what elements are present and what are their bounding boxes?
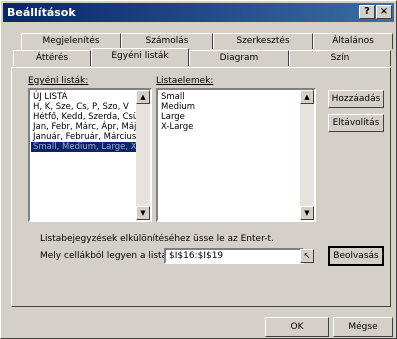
list-item[interactable]: Január, Február, Március, bbox=[33, 132, 139, 142]
close-button[interactable]: × bbox=[376, 5, 392, 19]
add-button[interactable]: Hozzáadás bbox=[328, 90, 384, 108]
delete-button[interactable]: Eltávolítás bbox=[328, 114, 384, 132]
tab-szamolas[interactable]: Számolás bbox=[121, 33, 213, 49]
scroll-down-icon[interactable]: ▼ bbox=[300, 206, 314, 220]
list-entry: Medium bbox=[161, 102, 195, 112]
left-scrollbar[interactable]: ▲ ▼ bbox=[136, 90, 150, 220]
scroll-up-icon[interactable]: ▲ bbox=[300, 90, 314, 104]
title-bar: Beállítások ? × bbox=[3, 3, 394, 22]
list-item[interactable]: Jan, Febr, Márc, Ápr, Máj bbox=[33, 122, 136, 132]
hint-text: Listabejegyzések elkülönítéséhez üsse le… bbox=[40, 234, 274, 244]
import-range-input[interactable]: $I$16:$I$19 bbox=[164, 248, 304, 264]
list-entry: Small bbox=[161, 92, 185, 102]
right-scrollbar[interactable]: ▲ ▼ bbox=[300, 90, 314, 220]
custom-lists-listbox[interactable]: ÚJ LISTA H, K, Sze, Cs, P, Szo, V Hétfő,… bbox=[28, 88, 152, 222]
tab-szin[interactable]: Szín bbox=[289, 50, 391, 66]
tab-egyeni-listak[interactable]: Egyéni listák bbox=[91, 48, 189, 66]
list-entry: X-Large bbox=[161, 122, 194, 132]
help-button[interactable]: ? bbox=[359, 5, 375, 19]
list-entry: Large bbox=[161, 112, 185, 122]
import-button[interactable]: Beolvasás bbox=[328, 246, 384, 266]
scroll-down-icon[interactable]: ▼ bbox=[136, 206, 150, 220]
list-item[interactable]: H, K, Sze, Cs, P, Szo, V bbox=[33, 102, 129, 112]
list-item[interactable]: ÚJ LISTA bbox=[33, 92, 67, 102]
options-dialog: Beállítások ? × Megjelenítés Számolás Sz… bbox=[0, 0, 397, 339]
ok-button[interactable]: OK bbox=[265, 317, 329, 337]
tab-diagram[interactable]: Diagram bbox=[189, 50, 289, 66]
list-entries-label: Listaelemek: bbox=[156, 76, 214, 86]
custom-lists-label: Egyéni listák: bbox=[28, 76, 89, 86]
scroll-up-icon[interactable]: ▲ bbox=[136, 90, 150, 104]
collapse-dialog-icon[interactable]: ↖ bbox=[300, 249, 314, 263]
list-item-selected[interactable]: Small, Medium, Large, X bbox=[31, 142, 137, 152]
tab-megjelenites[interactable]: Megjelenítés bbox=[21, 33, 121, 49]
list-item[interactable]: Hétfő, Kedd, Szerda, Csüt bbox=[33, 112, 142, 122]
tab-szerkesztes[interactable]: Szerkesztés bbox=[213, 33, 313, 49]
tab-atteres[interactable]: Áttérés bbox=[13, 50, 91, 66]
dialog-title: Beállítások bbox=[7, 6, 76, 19]
tab-altalanos[interactable]: Általános bbox=[313, 33, 393, 49]
tab-panel: Egyéni listák: ÚJ LISTA H, K, Sze, Cs, P… bbox=[11, 67, 391, 307]
cancel-button[interactable]: Mégse bbox=[333, 317, 393, 337]
import-range-label: Mely cellákból legyen a lista: bbox=[40, 251, 171, 261]
list-entries-box[interactable]: Small Medium Large X-Large ▲ ▼ bbox=[156, 88, 316, 222]
